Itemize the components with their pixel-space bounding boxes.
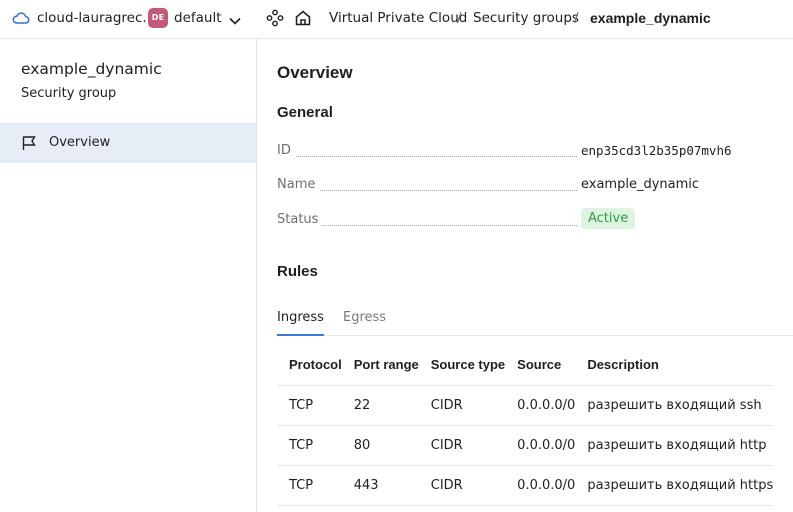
flag-icon (21, 135, 37, 151)
cell-source-type: CIDR (418, 465, 506, 506)
cell-description: разрешить входящий http (575, 425, 774, 466)
folder-badge[interactable]: DE (148, 8, 168, 28)
sidebar: example_dynamic Security group Overview (0, 39, 257, 512)
cell-source: 0.0.0.0/0 (505, 465, 576, 506)
column-header-port-range: Port range (341, 345, 419, 386)
column-header-description: Description (575, 345, 774, 386)
table-row[interactable]: TCP 80 CIDR 0.0.0.0/0 разрешить входящий… (277, 425, 774, 466)
property-key: ID (277, 143, 295, 158)
breadcrumb-current: example_dynamic (590, 10, 711, 26)
services-icon[interactable] (266, 9, 284, 27)
cell-description: разрешить входящий https (575, 465, 774, 506)
property-row-id: ID enp35cd3l2b35p07mvh6 (277, 143, 787, 161)
chevron-down-icon[interactable] (228, 12, 242, 25)
cell-source-type: CIDR (418, 425, 506, 466)
cell-protocol: TCP (277, 425, 342, 466)
table-row[interactable]: TCP 22 CIDR 0.0.0.0/0 разрешить входящий… (277, 385, 774, 426)
cell-protocol: TCP (277, 465, 342, 506)
sidebar-title: example_dynamic (21, 60, 162, 78)
status-badge: Active (581, 208, 636, 229)
property-value-id[interactable]: enp35cd3l2b35p07mvh6 (581, 143, 732, 158)
property-value-name: example_dynamic (581, 177, 700, 192)
breadcrumb-separator: / (457, 10, 462, 26)
page-title: Overview (277, 63, 353, 82)
sidebar-subtitle: Security group (21, 86, 117, 101)
breadcrumb-security-groups[interactable]: Security groups (473, 10, 579, 26)
cell-source: 0.0.0.0/0 (505, 385, 576, 426)
rules-tabs: Ingress Egress (277, 307, 793, 336)
sidebar-item-overview[interactable]: Overview (0, 123, 256, 163)
rules-table: Protocol Port range Source type Source D… (277, 345, 774, 506)
tab-ingress[interactable]: Ingress (277, 310, 324, 336)
cell-description: разрешить входящий ssh (575, 385, 774, 426)
cloud-selector[interactable]: cloud-lauragrec... (37, 10, 155, 26)
cell-port-range: 80 (341, 425, 419, 466)
dotted-leader (277, 156, 577, 157)
sidebar-item-label: Overview (49, 135, 111, 150)
table-row[interactable]: TCP 443 CIDR 0.0.0.0/0 разрешить входящи… (277, 465, 774, 506)
property-row-name: Name example_dynamic (277, 177, 787, 195)
section-heading-general: General (277, 104, 333, 121)
top-bar: cloud-lauragrec... DE default Virtual Pr… (0, 0, 793, 39)
cell-source: 0.0.0.0/0 (505, 425, 576, 466)
main-content: Overview General ID enp35cd3l2b35p07mvh6… (257, 39, 793, 512)
dotted-leader (277, 190, 577, 191)
folder-selector[interactable]: default (174, 10, 222, 26)
breadcrumb-separator: / (574, 10, 579, 26)
cloud-icon[interactable] (12, 10, 30, 26)
cell-port-range: 443 (341, 465, 419, 506)
section-heading-rules: Rules (277, 263, 318, 280)
property-row-status: Status Active (277, 208, 787, 230)
column-header-protocol: Protocol (277, 345, 342, 386)
home-icon[interactable] (294, 9, 312, 27)
cell-source-type: CIDR (418, 385, 506, 426)
column-header-source: Source (505, 345, 576, 386)
tab-egress[interactable]: Egress (343, 310, 386, 336)
property-key: Status (277, 212, 323, 227)
property-key: Name (277, 177, 320, 192)
cell-protocol: TCP (277, 385, 342, 426)
column-header-source-type: Source type (418, 345, 506, 386)
table-header-row: Protocol Port range Source type Source D… (277, 345, 774, 386)
cell-port-range: 22 (341, 385, 419, 426)
breadcrumb-vpc[interactable]: Virtual Private Cloud (329, 10, 467, 26)
